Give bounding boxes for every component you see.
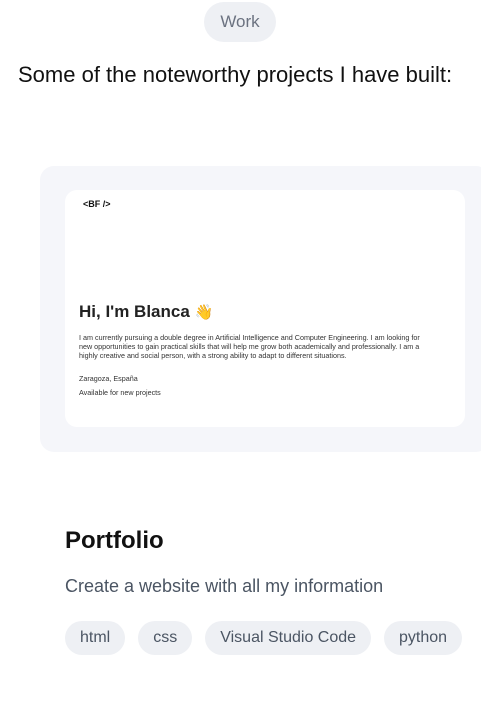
projects-intro: Some of the noteworthy projects I have b… [18,62,453,87]
preview-greeting: Hi, I'm Blanca 👋 [79,302,213,322]
project-description: Create a website with all my information [65,576,384,596]
tag-python: python [384,621,463,655]
preview-availability: Available for new projects [79,388,161,397]
project-title: Portfolio [65,527,164,554]
work-section-badge: Work [204,2,276,42]
preview-bio: I am currently pursuing a double degree … [79,333,420,360]
tag-css: css [138,621,193,655]
preview-greeting-text: Hi, I'm Blanca [79,302,190,321]
tag-visual-studio-code: Visual Studio Code [205,621,372,655]
tag-html: html [65,621,126,655]
project-tags: html css Visual Studio Code python [65,621,463,655]
preview-location: Zaragoza, España [79,374,138,383]
preview-logo: <BF /> [83,199,111,209]
waving-hand-icon: 👋 [194,304,214,321]
project-preview-frame[interactable]: <BF /> Hi, I'm Blanca 👋 I am currently p… [40,166,481,452]
project-preview-screenshot: <BF /> Hi, I'm Blanca 👋 I am currently p… [65,190,465,427]
